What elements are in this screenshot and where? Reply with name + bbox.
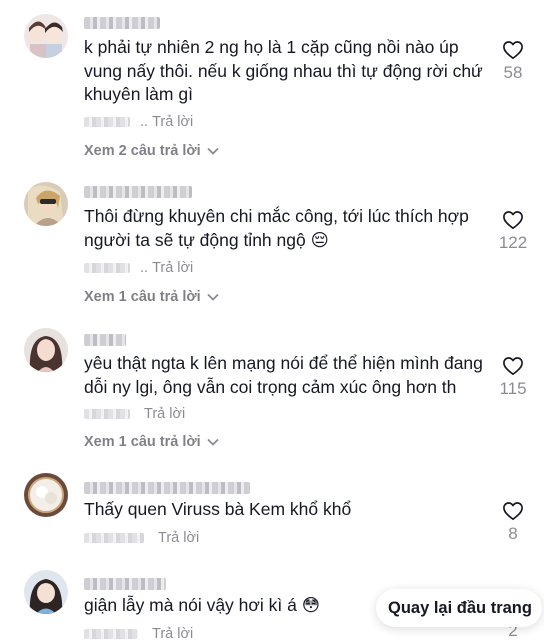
comment-text: yêu thật ngta k lên mạng nói để thể hiện… <box>84 353 483 397</box>
like-count: 8 <box>508 524 518 543</box>
heart-icon <box>503 211 523 229</box>
username[interactable]: ▓▓▓▓ ▓▓ ▓ <box>84 17 160 29</box>
comment-meta: Trả lời <box>84 528 199 548</box>
reply-button[interactable]: Trả lời <box>152 114 193 130</box>
heart-icon <box>503 41 523 59</box>
view-replies-label: Xem 1 câu trả lời <box>84 434 201 450</box>
comment-meta: .. Trả lời <box>84 112 193 132</box>
meta-dots: .. <box>140 260 149 276</box>
comment-meta: Trả lời <box>84 404 185 424</box>
like-button[interactable]: 122 <box>483 210 543 253</box>
comment-text: Thôi đừng khuyên chi mắc công, tới lúc t… <box>84 206 469 250</box>
comment-text: Thấy quen Viruss bà Kem khổ khổ <box>84 499 352 519</box>
like-count: 58 <box>503 63 523 82</box>
username[interactable]: ▓▓▓▓▓▓▓▓ ▓▓ <box>84 186 192 198</box>
reply-button[interactable]: Trả lời <box>144 406 185 422</box>
comment-date <box>84 629 138 640</box>
avatar[interactable] <box>24 328 68 372</box>
comment-date <box>84 533 144 544</box>
chevron-down-icon <box>207 287 219 307</box>
heart-icon <box>503 357 523 375</box>
avatar[interactable] <box>24 570 68 614</box>
heart-icon <box>503 502 523 520</box>
chevron-down-icon <box>207 141 219 161</box>
view-replies-label: Xem 1 câu trả lời <box>84 289 201 305</box>
like-count: 122 <box>498 233 528 252</box>
like-button[interactable]: 115 <box>483 356 543 399</box>
reply-button[interactable]: Trả lời <box>152 626 193 642</box>
like-button[interactable]: 8 <box>483 501 543 544</box>
back-to-top-button[interactable]: Quay lại đầu trang <box>376 589 542 627</box>
view-replies-label: Xem 2 câu trả lời <box>84 143 201 159</box>
username[interactable]: ▓▓▓ ▓ ▓▓▓ <box>84 578 166 590</box>
comment-meta: Trả lời <box>84 624 193 644</box>
like-count: 115 <box>499 379 527 398</box>
avatar[interactable] <box>24 473 68 517</box>
like-button[interactable]: 58 <box>483 40 543 83</box>
comment-date <box>84 117 130 128</box>
meta-dots: .. <box>140 114 149 130</box>
avatar[interactable] <box>24 14 68 58</box>
chevron-down-icon <box>207 432 219 452</box>
view-replies-button[interactable]: Xem 1 câu trả lời <box>84 287 219 307</box>
comment-date <box>84 409 130 420</box>
avatar[interactable] <box>24 182 68 226</box>
username[interactable]: ▓▓▓▓ <box>84 334 126 346</box>
comment-text: k phải tự nhiên 2 ng họ là 1 cặp cũng nồ… <box>84 37 483 104</box>
view-replies-button[interactable]: Xem 1 câu trả lời <box>84 432 219 452</box>
reply-button[interactable]: Trả lời <box>152 260 193 276</box>
comment-date <box>84 263 130 274</box>
view-replies-button[interactable]: Xem 2 câu trả lời <box>84 141 219 161</box>
username[interactable]: ▓▓▓▓▓▓▓▓▓▓▓▓▓ <box>84 482 250 494</box>
reply-button[interactable]: Trả lời <box>158 530 199 546</box>
comment-meta: .. Trả lời <box>84 258 193 278</box>
